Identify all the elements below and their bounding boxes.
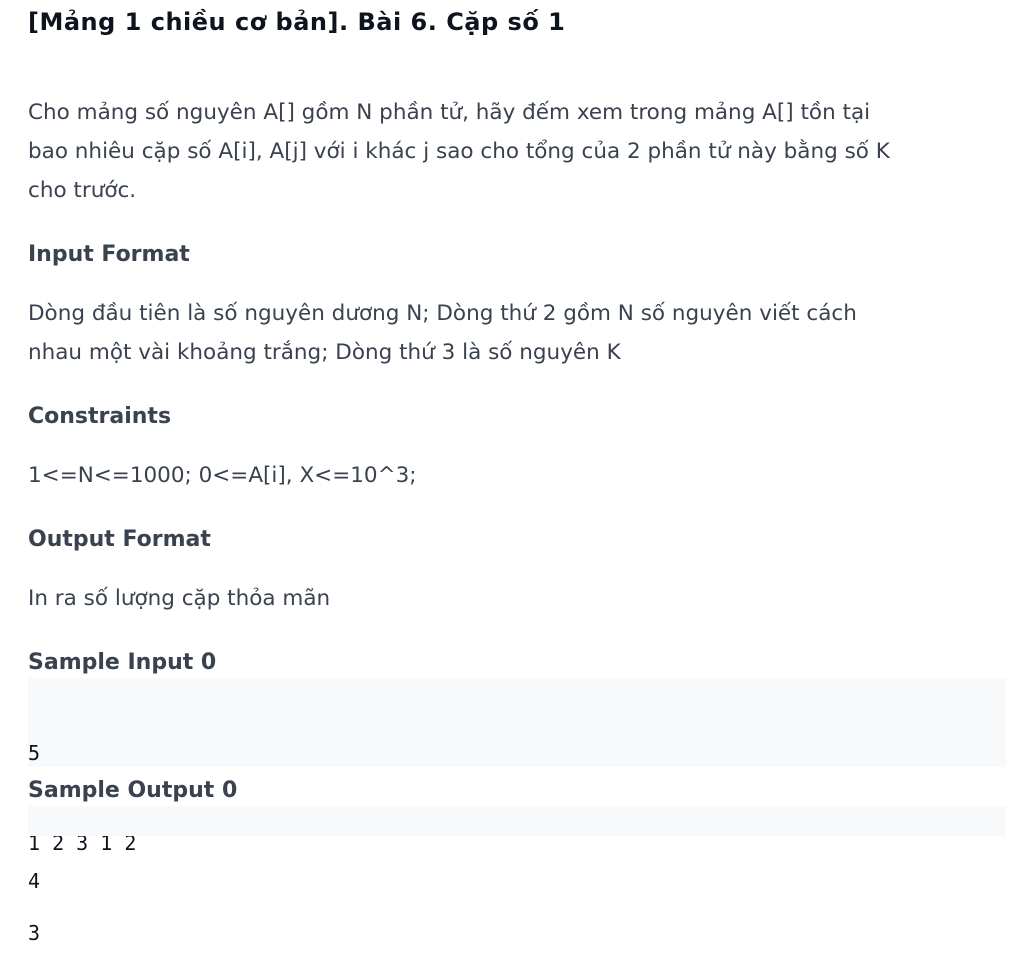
input-format-line: nhau một vài khoảng trắng; Dòng thứ 3 là… [28, 340, 621, 365]
input-format-line: Dòng đầu tiên là số nguyên dương N; Dòng… [28, 301, 857, 326]
output-format-text: In ra số lượng cặp thỏa mãn [28, 586, 331, 611]
sample-input-line: 5 [28, 741, 41, 765]
problem-statement: Cho mảng số nguyên A[] gồm N phần tử, hã… [28, 93, 998, 210]
input-format-text: Dòng đầu tiên là số nguyên dương N; Dòng… [28, 294, 998, 372]
sample-output-code: 4 [28, 806, 1006, 893]
sample-output-heading: Sample Output 0 [28, 778, 238, 803]
sample-output-line: 4 [28, 869, 41, 893]
problem-title: [Mảng 1 chiều cơ bản]. Bài 6. Cặp số 1 [28, 8, 566, 36]
sample-input-line: 3 [28, 921, 41, 945]
statement-line: Cho mảng số nguyên A[] gồm N phần tử, hã… [28, 100, 871, 125]
input-format-heading: Input Format [28, 242, 190, 267]
output-format-heading: Output Format [28, 527, 211, 552]
statement-line: bao nhiêu cặp số A[i], A[j] với i khác j… [28, 139, 890, 164]
statement-line: cho trước. [28, 178, 137, 203]
constraints-heading: Constraints [28, 404, 172, 429]
sample-input-heading: Sample Input 0 [28, 650, 217, 675]
sample-input-code: 5 1 2 3 1 2 3 [28, 678, 1006, 945]
constraints-text: 1<=N<=1000; 0<=A[i], X<=10^3; [28, 463, 417, 488]
